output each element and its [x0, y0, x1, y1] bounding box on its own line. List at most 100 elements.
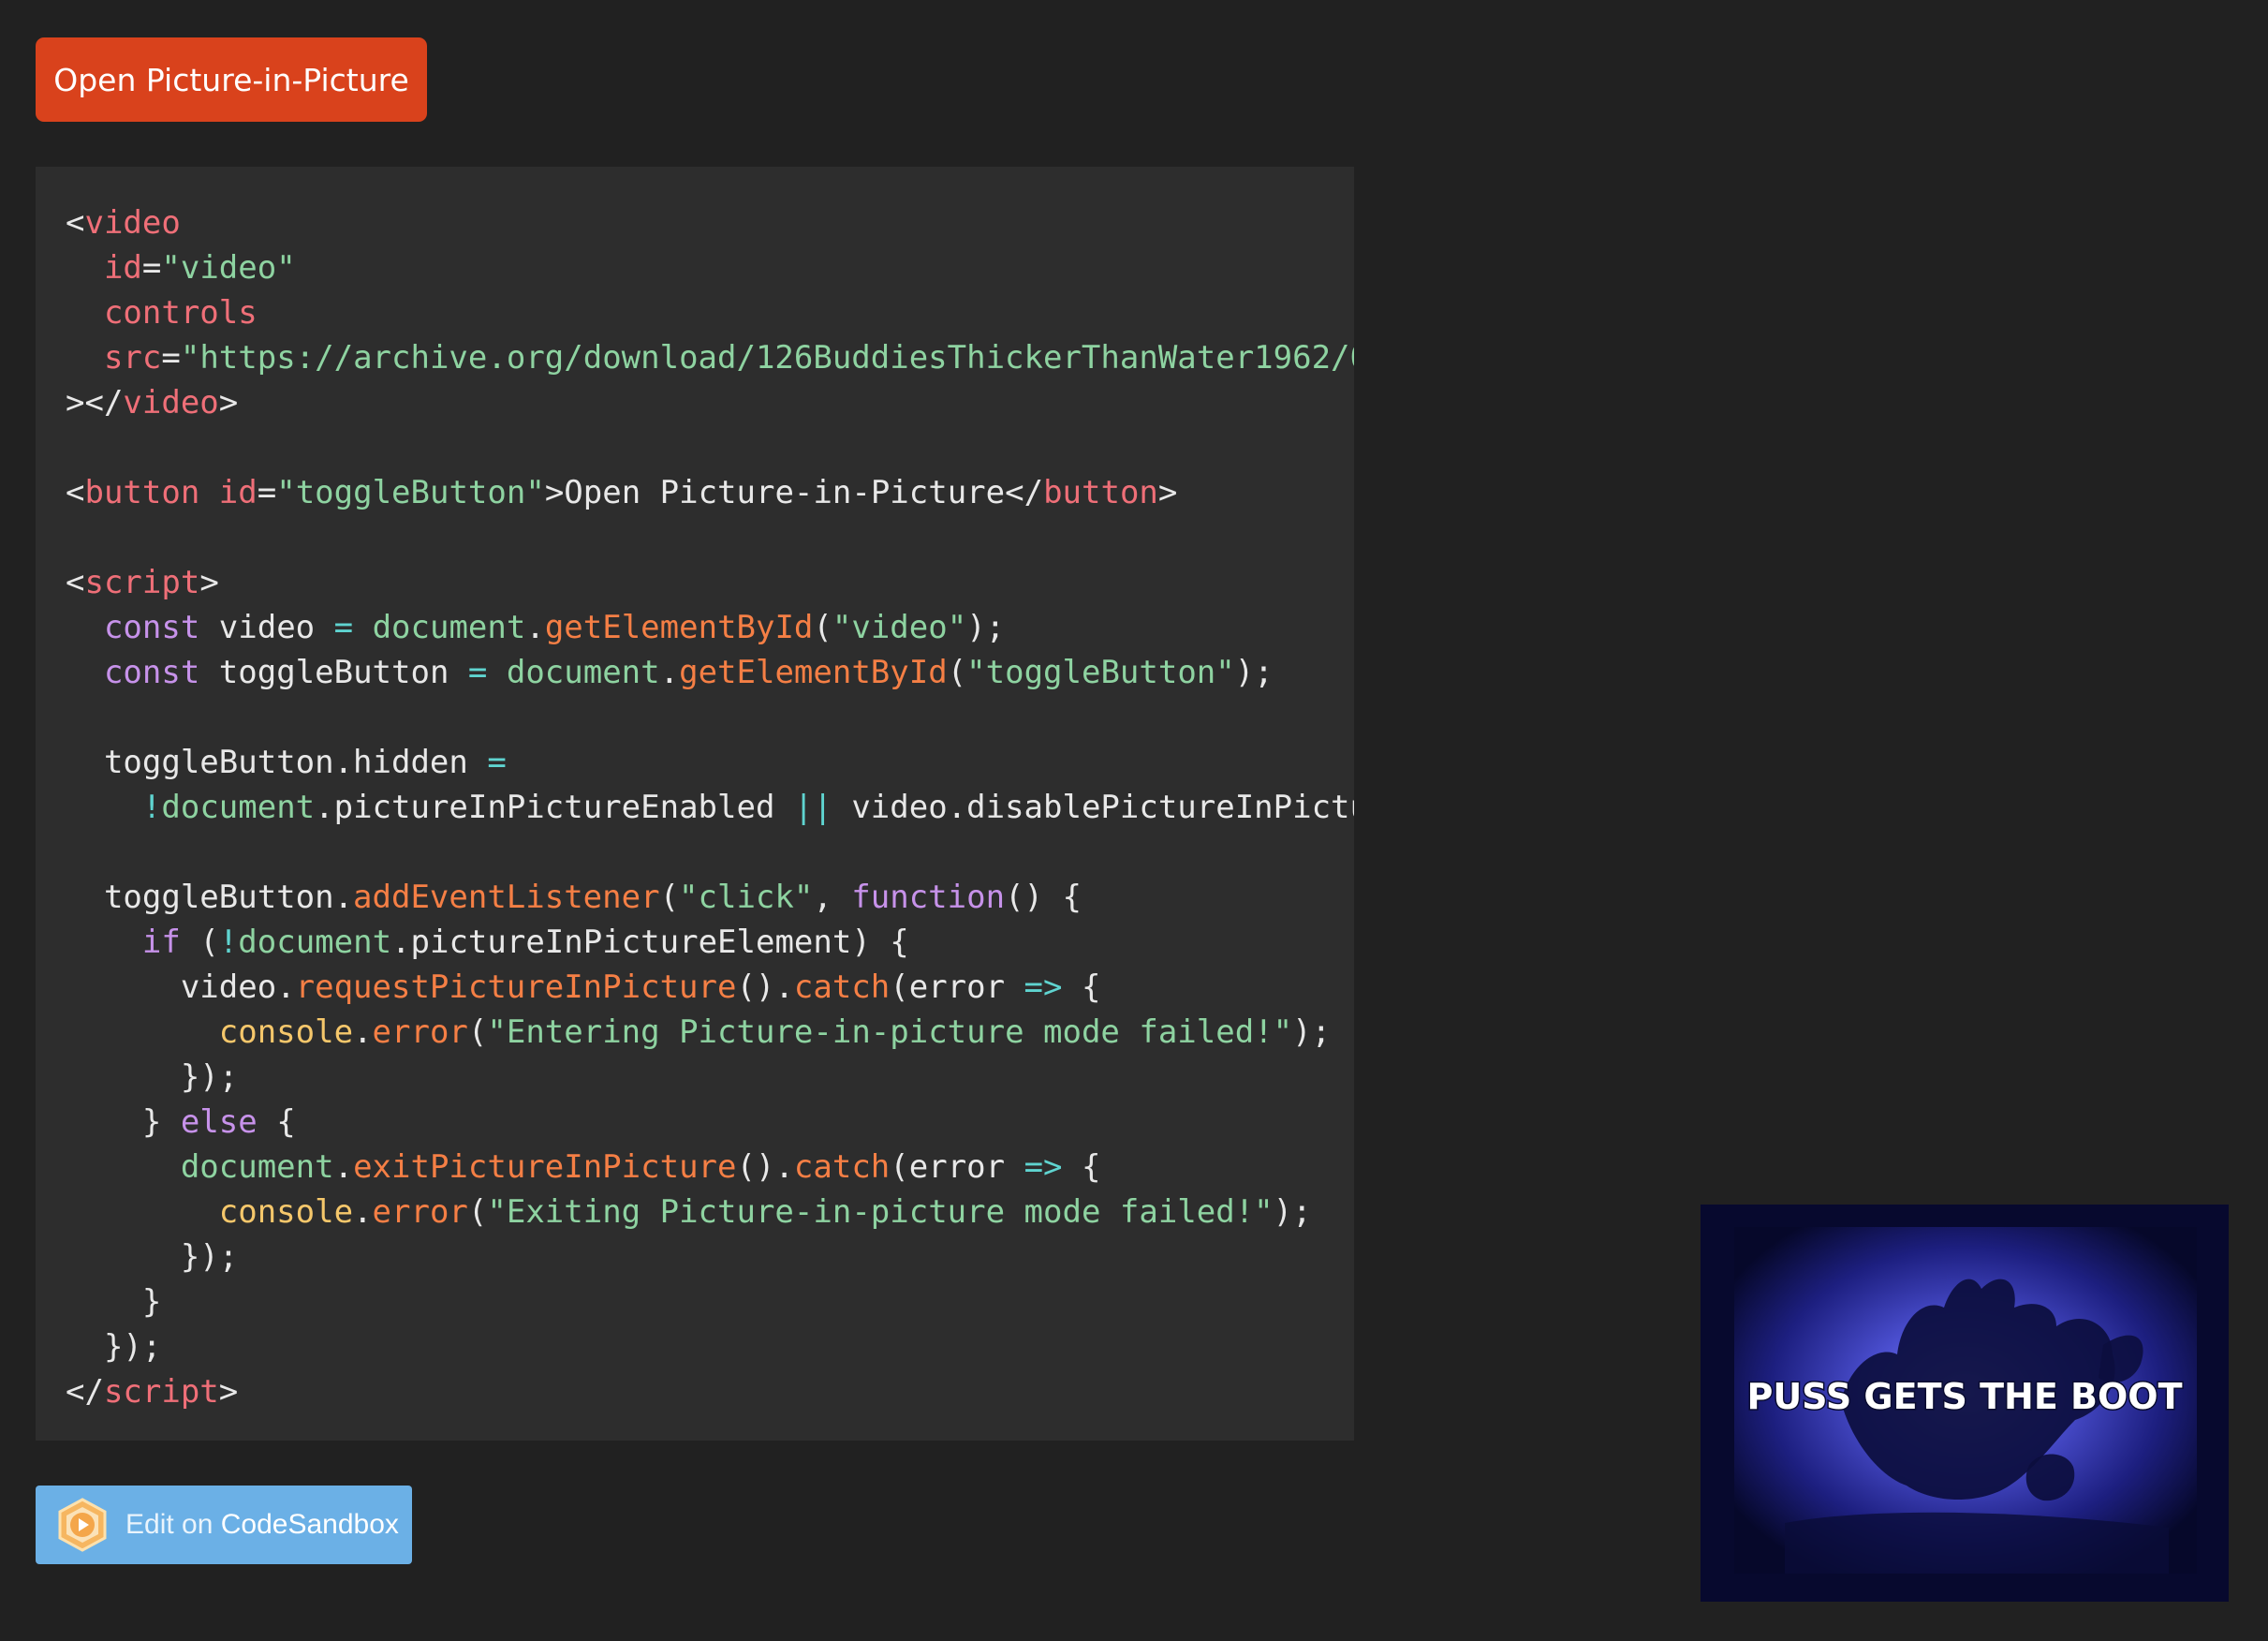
- code-token: "click": [679, 879, 814, 916]
- code-token: catch: [793, 1148, 891, 1186]
- code-token: <: [66, 474, 85, 511]
- code-token: (: [947, 654, 967, 691]
- code-line: video.requestPictureInPicture().catch(er…: [66, 965, 1354, 1010]
- code-token: document: [372, 609, 526, 646]
- code-token: ></: [66, 384, 124, 421]
- open-picture-in-picture-button[interactable]: Open Picture-in-Picture: [36, 37, 427, 122]
- code-line: const video = document.getElementById("v…: [66, 605, 1354, 650]
- code-token: exitPictureInPicture: [353, 1148, 737, 1186]
- code-token: );: [966, 609, 1006, 646]
- code-token: });: [180, 1238, 239, 1276]
- video-frame: PUSS GETS THE BOOT: [1701, 1205, 2229, 1602]
- code-line: ></video>: [66, 380, 1354, 425]
- code-token: "https://archive.org/download/126Buddies…: [180, 339, 1354, 377]
- code-token: video: [84, 204, 181, 242]
- code-token: (: [467, 1013, 488, 1051]
- code-token: >: [199, 564, 219, 601]
- code-token: {: [1062, 1148, 1101, 1186]
- code-token: >: [218, 384, 239, 421]
- code-token: const: [103, 654, 200, 691]
- code-line: console.error("Entering Picture-in-pictu…: [66, 1010, 1354, 1055]
- code-token: !: [141, 789, 162, 826]
- code-token: "video": [832, 609, 967, 646]
- code-token: );: [1234, 654, 1274, 691]
- code-line: <video: [66, 200, 1354, 245]
- code-line: <script>: [66, 560, 1354, 605]
- code-token: "toggleButton": [966, 654, 1235, 691]
- code-token: <: [66, 564, 85, 601]
- code-line: if (!document.pictureInPictureElement) {: [66, 920, 1354, 965]
- code-line: id="video": [66, 245, 1354, 290]
- code-token: Open Picture-in-Picture: [564, 474, 1006, 511]
- code-token: else: [180, 1103, 258, 1141]
- code-token: </: [66, 1373, 104, 1411]
- code-line: });: [66, 1324, 1354, 1369]
- code-token: =: [333, 609, 354, 646]
- code-line: });: [66, 1055, 1354, 1100]
- code-token: video: [199, 609, 334, 646]
- code-token: toggleButton.hidden: [66, 744, 488, 781]
- code-token: button: [84, 474, 200, 511]
- code-token: (: [813, 609, 832, 646]
- code-token: (: [890, 968, 909, 1006]
- code-token: button: [1043, 474, 1158, 511]
- code-token: ||: [793, 789, 832, 826]
- code-token: {: [1062, 968, 1101, 1006]
- code-token: requestPictureInPicture: [295, 968, 737, 1006]
- code-token: error: [908, 1148, 1024, 1186]
- code-token: =: [161, 339, 181, 377]
- code-token: >: [544, 474, 565, 511]
- code-line: controls: [66, 290, 1354, 335]
- code-line: }: [66, 1279, 1354, 1324]
- code-token: (: [659, 879, 680, 916]
- code-line: document.exitPictureInPicture().catch(er…: [66, 1145, 1354, 1190]
- code-token: =: [467, 654, 488, 691]
- code-token: console: [218, 1193, 354, 1231]
- code-token: script: [103, 1373, 219, 1411]
- code-token: video.disablePictureInPicture;: [851, 789, 1354, 826]
- code-token: ) {: [851, 924, 909, 961]
- code-token: catch: [793, 968, 891, 1006]
- code-line: toggleButton.addEventListener("click", f…: [66, 875, 1354, 920]
- code-token: document: [238, 924, 392, 961]
- code-token: (: [890, 1148, 909, 1186]
- code-token: =>: [1024, 968, 1063, 1006]
- code-token: .: [525, 609, 545, 646]
- code-line: console.error("Exiting Picture-in-pictur…: [66, 1190, 1354, 1234]
- code-token: (: [467, 1193, 488, 1231]
- code-token: getElementById: [544, 609, 814, 646]
- code-token: id: [103, 249, 142, 287]
- code-token: }: [141, 1103, 181, 1141]
- code-token: ().: [736, 1148, 794, 1186]
- code-token: );: [1292, 1013, 1332, 1051]
- edit-on-codesandbox-button[interactable]: Edit on CodeSandbox: [36, 1486, 412, 1564]
- codesandbox-play-icon: [54, 1497, 110, 1553]
- code-token: "Exiting Picture-in-picture mode failed!…: [487, 1193, 1274, 1231]
- code-token: document: [506, 654, 660, 691]
- code-token: .: [659, 654, 680, 691]
- picture-in-picture-window[interactable]: PUSS GETS THE BOOT: [1701, 1205, 2229, 1602]
- code-token: <: [66, 204, 85, 242]
- code-token: error: [908, 968, 1024, 1006]
- code-token: function: [851, 879, 1006, 916]
- code-token: );: [1273, 1193, 1312, 1231]
- code-token: }: [141, 1283, 162, 1321]
- code-token: !: [218, 924, 239, 961]
- code-token: error: [372, 1193, 468, 1231]
